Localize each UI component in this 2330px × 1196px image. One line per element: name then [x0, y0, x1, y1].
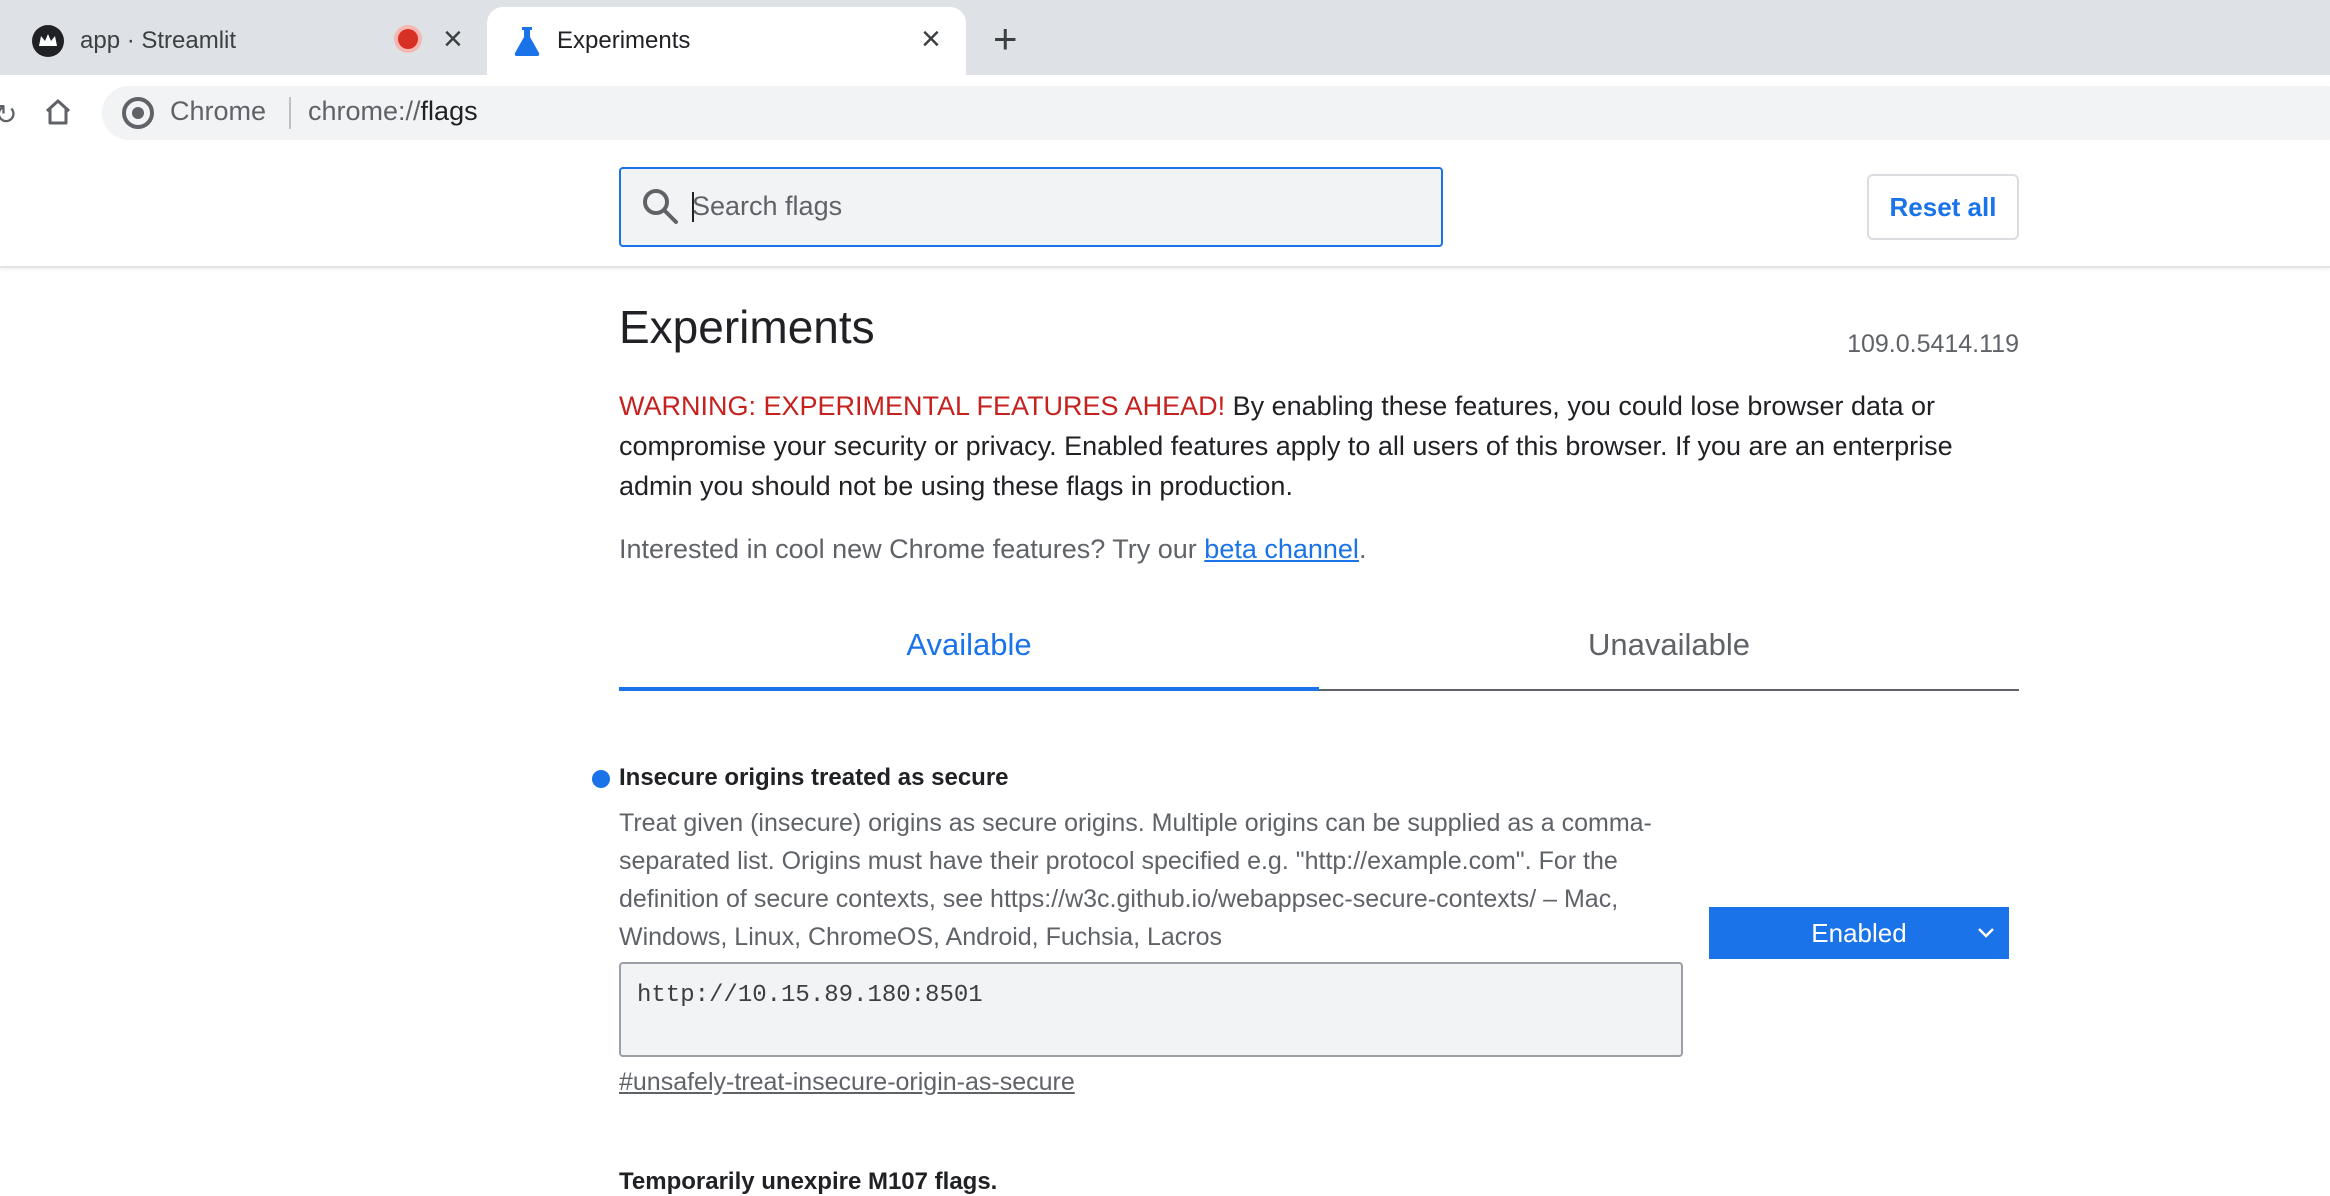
tab-streamlit[interactable]: app · Streamlit × — [0, 7, 485, 75]
warning-label: WARNING: EXPERIMENTAL FEATURES AHEAD! — [619, 391, 1226, 421]
origins-textarea[interactable]: http://10.15.89.180:8501 — [619, 962, 1683, 1057]
chevron-down-icon — [1978, 928, 1994, 938]
omnibox-chip: Chrome — [170, 96, 267, 126]
active-tab-indicator — [619, 687, 1319, 691]
new-tab-icon[interactable]: + — [993, 18, 1018, 60]
url-text[interactable]: chrome://flags — [308, 96, 478, 127]
flask-icon — [514, 27, 540, 56]
selected-state: Enabled — [1811, 917, 1907, 948]
close-icon[interactable]: × — [921, 22, 941, 56]
streamlit-crown-icon — [32, 25, 64, 57]
experiment-title: Temporarily unexpire M107 flags. — [619, 1168, 998, 1195]
text-cursor — [692, 192, 694, 222]
tab-available[interactable]: Available — [619, 616, 1319, 690]
experiment-anchor-link[interactable]: #unsafely-treat-insecure-origin-as-secur… — [619, 1068, 1075, 1097]
tab-title: app · Streamlit — [80, 27, 237, 54]
reload-icon[interactable]: ↻ — [0, 98, 17, 131]
recording-icon — [398, 29, 418, 49]
version-number: 109.0.5414.119 — [1847, 330, 2019, 358]
page-title: Experiments — [619, 301, 875, 353]
search-input[interactable] — [692, 186, 1392, 226]
beta-channel-link[interactable]: beta channel — [1204, 534, 1359, 564]
flags-tabs: Available Unavailable — [619, 616, 2019, 692]
beta-promo: Interested in cool new Chrome features? … — [619, 534, 1367, 564]
experiment-description: Treat given (insecure) origins as secure… — [619, 809, 1652, 951]
experiment-title: Insecure origins treated as secure — [619, 764, 1009, 791]
tab-experiments[interactable]: Experiments × — [487, 7, 966, 75]
home-icon[interactable] — [43, 97, 73, 127]
experiment-state-select[interactable]: Enabled — [1709, 907, 2009, 959]
close-icon[interactable]: × — [443, 22, 463, 56]
tab-strip: app · Streamlit × Experiments × + — [0, 0, 2330, 75]
tab-unavailable[interactable]: Unavailable — [1319, 616, 2019, 690]
tab-title: Experiments — [557, 27, 691, 54]
omnibox-separator — [289, 97, 291, 129]
reset-all-button[interactable]: Reset all — [1867, 174, 2019, 240]
search-icon — [643, 189, 678, 224]
modified-indicator-dot — [592, 770, 610, 788]
chrome-icon — [122, 97, 154, 129]
warning-text: WARNING: EXPERIMENTAL FEATURES AHEAD! By… — [619, 391, 1953, 501]
